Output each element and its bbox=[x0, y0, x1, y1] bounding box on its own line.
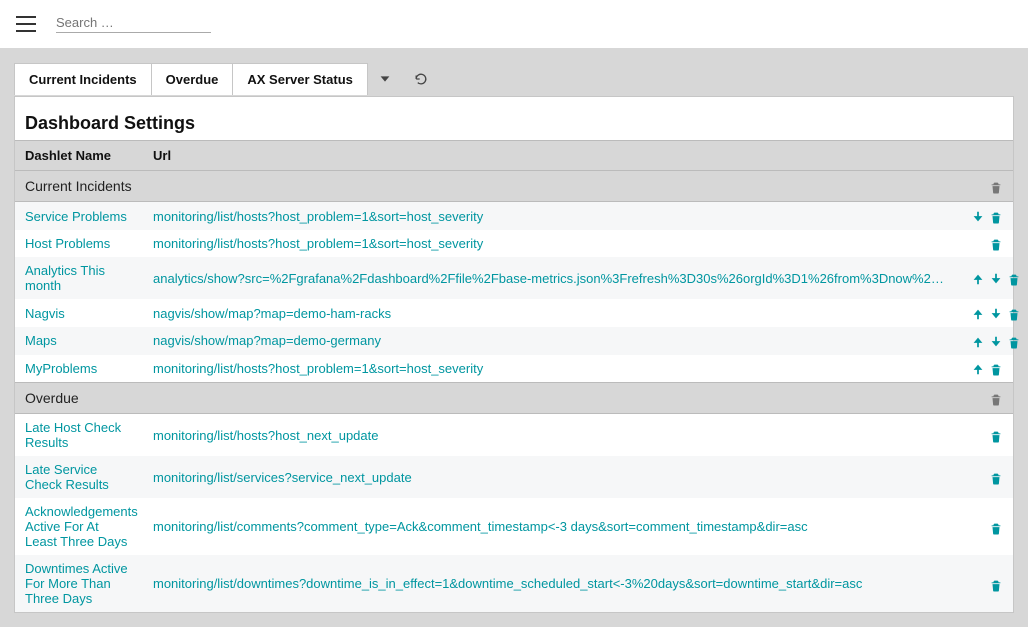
search-wrap bbox=[56, 15, 211, 33]
trash-icon[interactable] bbox=[1007, 335, 1021, 349]
row-actions bbox=[957, 327, 1013, 355]
table-row: Late Service Check Results monitoring/li… bbox=[15, 456, 1013, 498]
trash-icon[interactable] bbox=[1007, 307, 1021, 321]
col-actions bbox=[957, 141, 1013, 171]
row-actions bbox=[957, 202, 1013, 230]
dashlet-name[interactable]: Acknowledgements Active For At Least Thr… bbox=[15, 498, 143, 555]
arrow-up-icon[interactable] bbox=[971, 307, 985, 321]
panel: Dashboard Settings Dashlet Name Url Curr… bbox=[14, 96, 1014, 613]
table-row: Nagvis nagvis/show/map?map=demo-ham-rack… bbox=[15, 299, 1013, 327]
trash-icon[interactable] bbox=[989, 210, 1003, 224]
dashlet-name[interactable]: Downtimes Active For More Than Three Day… bbox=[15, 555, 143, 612]
refresh-icon[interactable] bbox=[403, 62, 439, 96]
tabs-bar: Current Incidents Overdue AX Server Stat… bbox=[14, 62, 1014, 96]
arrow-up-icon[interactable] bbox=[971, 272, 985, 286]
row-actions bbox=[957, 555, 1013, 612]
dashlet-url[interactable]: monitoring/list/hosts?host_problem=1&sor… bbox=[143, 230, 957, 258]
dashlet-url[interactable]: monitoring/list/services?service_next_up… bbox=[143, 456, 957, 498]
row-actions bbox=[957, 230, 1013, 258]
page-title: Dashboard Settings bbox=[15, 105, 1013, 140]
col-name: Dashlet Name bbox=[15, 141, 143, 171]
arrow-down-icon[interactable] bbox=[971, 210, 985, 224]
trash-icon[interactable] bbox=[989, 471, 1003, 485]
trash-icon[interactable] bbox=[989, 180, 1003, 194]
row-actions bbox=[957, 355, 1013, 383]
tabs-more-icon[interactable] bbox=[367, 62, 403, 96]
table-row: Host Problems monitoring/list/hosts?host… bbox=[15, 230, 1013, 258]
dashlet-url[interactable]: monitoring/list/hosts?host_problem=1&sor… bbox=[143, 355, 957, 383]
topbar bbox=[0, 0, 1028, 48]
trash-icon[interactable] bbox=[989, 392, 1003, 406]
arrow-up-icon[interactable] bbox=[971, 335, 985, 349]
dashlet-name[interactable]: Host Problems bbox=[15, 230, 143, 258]
content-area: Current Incidents Overdue AX Server Stat… bbox=[0, 48, 1028, 627]
trash-icon[interactable] bbox=[989, 429, 1003, 443]
arrow-down-icon[interactable] bbox=[989, 307, 1003, 321]
row-actions bbox=[957, 456, 1013, 498]
arrow-down-icon[interactable] bbox=[989, 335, 1003, 349]
table-row: Analytics This month analytics/show?src=… bbox=[15, 257, 1013, 299]
dashlet-name[interactable]: Analytics This month bbox=[15, 257, 143, 299]
dashlet-url[interactable]: nagvis/show/map?map=demo-germany bbox=[143, 327, 957, 355]
group-header: Current Incidents bbox=[15, 171, 1013, 202]
dashlet-name[interactable]: Nagvis bbox=[15, 299, 143, 327]
dashlet-name[interactable]: Late Host Check Results bbox=[15, 414, 143, 457]
group-title: Overdue bbox=[15, 383, 957, 414]
dashlet-name[interactable]: Service Problems bbox=[15, 202, 143, 230]
table-row: Late Host Check Results monitoring/list/… bbox=[15, 414, 1013, 457]
dashlet-name[interactable]: Maps bbox=[15, 327, 143, 355]
group-header: Overdue bbox=[15, 383, 1013, 414]
table-row: Service Problems monitoring/list/hosts?h… bbox=[15, 202, 1013, 230]
dashlet-name[interactable]: Late Service Check Results bbox=[15, 456, 143, 498]
trash-icon[interactable] bbox=[989, 362, 1003, 376]
trash-icon[interactable] bbox=[989, 578, 1003, 592]
row-actions bbox=[957, 257, 1013, 299]
trash-icon[interactable] bbox=[989, 521, 1003, 535]
dashlet-url[interactable]: monitoring/list/hosts?host_next_update bbox=[143, 414, 957, 457]
search-input[interactable] bbox=[56, 15, 211, 30]
table-row: Maps nagvis/show/map?map=demo-germany bbox=[15, 327, 1013, 355]
dashlet-url[interactable]: nagvis/show/map?map=demo-ham-racks bbox=[143, 299, 957, 327]
dashlet-url[interactable]: monitoring/list/comments?comment_type=Ac… bbox=[143, 498, 957, 555]
dashlet-table: Dashlet Name Url Current Incidents Servi… bbox=[15, 140, 1013, 612]
arrow-down-icon[interactable] bbox=[989, 272, 1003, 286]
dashlet-url[interactable]: analytics/show?src=%2Fgrafana%2Fdashboar… bbox=[143, 257, 957, 299]
row-actions bbox=[957, 414, 1013, 457]
group-actions bbox=[957, 171, 1013, 202]
trash-icon[interactable] bbox=[1007, 272, 1021, 286]
group-actions bbox=[957, 383, 1013, 414]
tab-current-incidents[interactable]: Current Incidents bbox=[14, 63, 152, 95]
row-actions bbox=[957, 498, 1013, 555]
tab-ax-server-status[interactable]: AX Server Status bbox=[232, 63, 368, 95]
table-row: Downtimes Active For More Than Three Day… bbox=[15, 555, 1013, 612]
arrow-up-icon[interactable] bbox=[971, 362, 985, 376]
dashlet-name[interactable]: MyProblems bbox=[15, 355, 143, 383]
col-url: Url bbox=[143, 141, 957, 171]
table-row: Acknowledgements Active For At Least Thr… bbox=[15, 498, 1013, 555]
table-row: MyProblems monitoring/list/hosts?host_pr… bbox=[15, 355, 1013, 383]
dashlet-url[interactable]: monitoring/list/downtimes?downtime_is_in… bbox=[143, 555, 957, 612]
dashlet-url[interactable]: monitoring/list/hosts?host_problem=1&sor… bbox=[143, 202, 957, 230]
group-title: Current Incidents bbox=[15, 171, 957, 202]
trash-icon[interactable] bbox=[989, 237, 1003, 251]
menu-icon[interactable] bbox=[16, 16, 36, 32]
tab-overdue[interactable]: Overdue bbox=[151, 63, 234, 95]
row-actions bbox=[957, 299, 1013, 327]
